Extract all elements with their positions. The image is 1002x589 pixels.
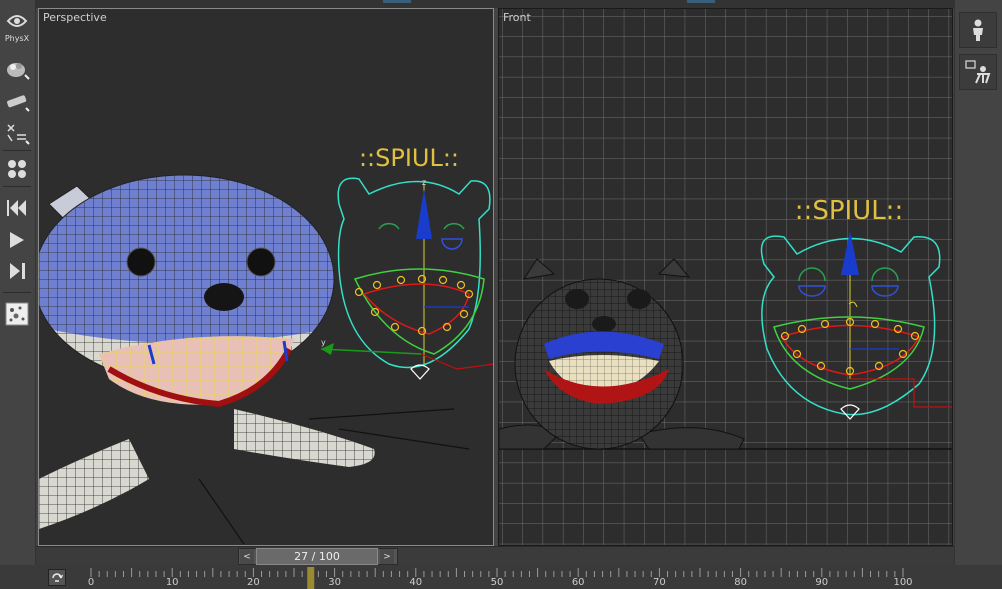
tick-label: 60	[571, 577, 585, 588]
tick-label: 100	[893, 577, 913, 588]
rig-label[interactable]: ::SPIUL::	[795, 196, 903, 226]
biped-button[interactable]	[959, 54, 997, 90]
character-button[interactable]	[959, 12, 997, 48]
person-icon	[973, 19, 983, 41]
toolbar-divider	[3, 150, 31, 151]
cloth-button[interactable]	[3, 88, 31, 114]
rig-label[interactable]: ::SPIUL::	[359, 144, 459, 172]
play-button[interactable]	[3, 227, 31, 253]
tick-label: 50	[490, 577, 504, 588]
perspective-viewport[interactable]: Perspective::SPIUL:: z y	[38, 8, 494, 546]
right-panel	[954, 0, 1002, 589]
trackbar-ruler[interactable]: 0 10 20 30 40 50 60 70 80 90 100	[76, 565, 954, 589]
physx-label: PhysX	[5, 34, 30, 43]
perspective-scene: ::SPIUL:: z y	[39, 144, 493, 545]
tick-label: 70	[653, 577, 666, 588]
particle-button[interactable]	[3, 120, 31, 146]
toolbar-divider	[3, 186, 31, 187]
particle-icon	[7, 124, 30, 145]
rewind-icon	[7, 200, 26, 216]
time-slider-prev-button[interactable]: <	[240, 549, 254, 564]
spheres-button[interactable]	[3, 156, 31, 182]
texture-button[interactable]	[3, 301, 31, 327]
time-slider-next-button[interactable]: >	[380, 549, 394, 564]
left-toolbar: PhysX	[0, 0, 36, 589]
trackbar[interactable]: 0 10 20 30 40 50 60 70 80 90 100	[0, 565, 1002, 589]
physx-icon: PhysX	[5, 15, 30, 43]
rigid-body-button[interactable]	[3, 56, 31, 82]
time-slider-thumb[interactable]: 27 / 100	[256, 548, 378, 565]
tick-label: 0	[87, 577, 95, 588]
spheres-icon	[8, 160, 26, 178]
axis-z-label: z	[422, 178, 426, 187]
time-slider[interactable]: < 27 / 100 >	[36, 546, 954, 565]
top-strip	[36, 0, 954, 8]
rigid-body-icon	[7, 63, 30, 80]
axis-y-label: y	[321, 338, 326, 347]
cloth-icon	[7, 95, 30, 112]
physx-button[interactable]: PhysX	[3, 8, 31, 46]
rewind-button[interactable]	[3, 195, 31, 221]
cycle-icon	[52, 572, 63, 582]
tick-label: 40	[409, 577, 423, 588]
tick-label: 90	[815, 577, 829, 588]
front-scene: ::SPIUL::	[499, 9, 952, 545]
play-icon	[10, 232, 24, 248]
tick-label: 10	[165, 577, 179, 588]
top-strip-segment	[687, 0, 715, 3]
tick-label: 80	[734, 577, 747, 588]
app-window: PhysX Perspective::SPIUL:: z y::SPIUL:…	[0, 0, 1002, 589]
viewport-label[interactable]: Front	[503, 11, 531, 24]
tick-label: 20	[247, 577, 260, 588]
current-frame-marker	[307, 567, 315, 589]
step-icon	[10, 263, 25, 279]
toolbar-divider	[3, 292, 31, 293]
step-button[interactable]	[3, 258, 31, 284]
biped-icon	[965, 60, 991, 84]
tick-label: 30	[328, 577, 341, 588]
top-strip-segment	[383, 0, 411, 3]
key-mode-button[interactable]	[48, 569, 66, 586]
texture-icon	[5, 302, 29, 326]
front-viewport[interactable]: ::SPIUL:: Front	[498, 8, 953, 546]
